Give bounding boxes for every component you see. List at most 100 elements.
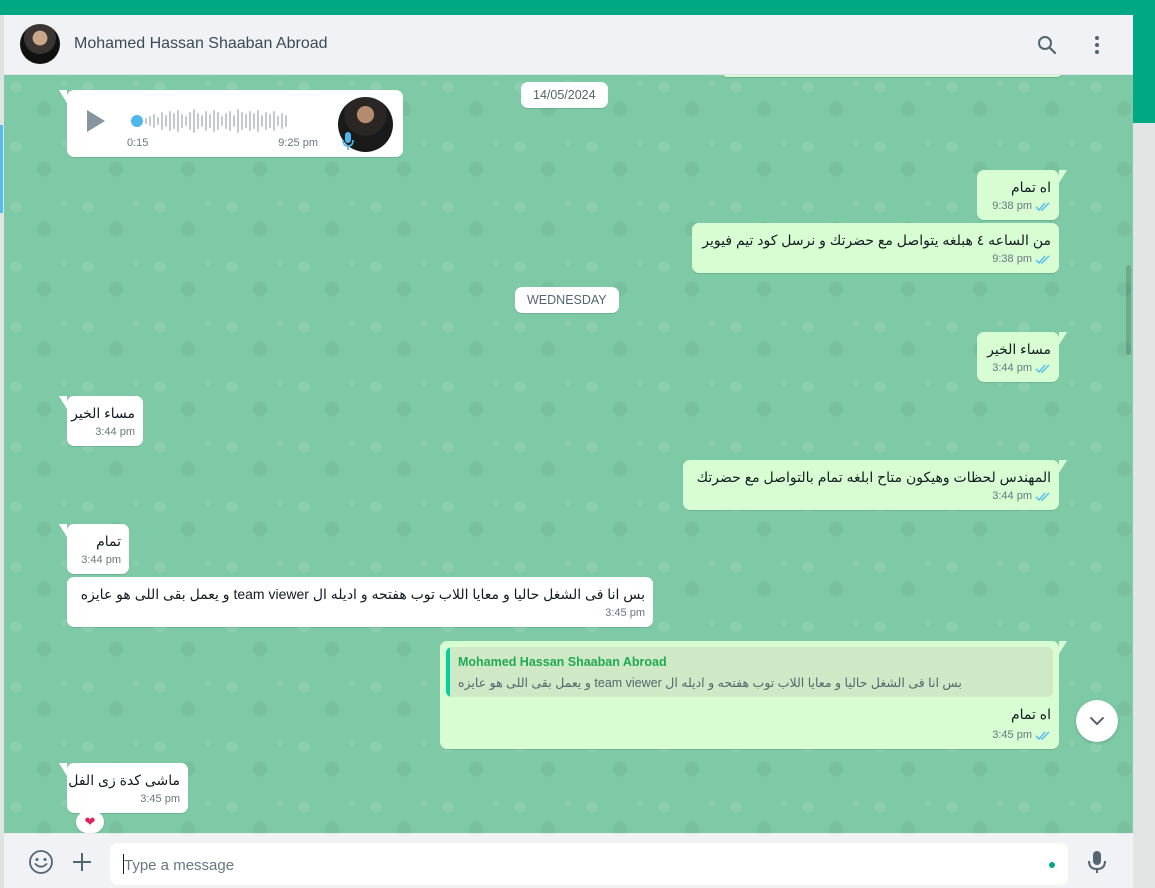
waveform-bar xyxy=(201,115,203,127)
waveform-bar xyxy=(237,109,239,133)
play-icon[interactable] xyxy=(87,110,105,132)
voice-waveform[interactable] xyxy=(145,108,287,134)
waveform-bar xyxy=(249,111,251,131)
waveform-bar xyxy=(205,111,207,131)
message-text: المهندس لحظات وهيكون متاح ابلغه تمام بال… xyxy=(696,469,1051,485)
waveform-bar xyxy=(269,114,271,128)
message-time: 3:45 pm xyxy=(992,729,1032,741)
mic-icon xyxy=(342,132,354,150)
waveform-bar xyxy=(193,109,195,133)
waveform-bar xyxy=(153,114,155,128)
date-separator: WEDNESDAY xyxy=(515,287,619,313)
message-text: بس انا فى الشغل حاليا و معايا اللاب توب … xyxy=(80,586,645,602)
incoming-message[interactable]: بس انا فى الشغل حاليا و معايا اللاب توب … xyxy=(67,577,653,627)
outgoing-message[interactable]: اه تمام 9:38 pm xyxy=(977,170,1067,220)
waveform-bar xyxy=(197,113,199,129)
quoted-text: بس انا فى الشغل حاليا و معايا اللاب توب … xyxy=(458,676,962,690)
waveform-bar xyxy=(145,118,147,124)
waveform-bar xyxy=(221,116,223,126)
message-text: ماشى كدة زى الفل xyxy=(68,772,180,788)
waveform-bar xyxy=(185,116,187,126)
mic-icon[interactable] xyxy=(1084,849,1110,875)
message-text: اه تمام xyxy=(1010,179,1051,195)
message-input-box[interactable] xyxy=(110,843,1068,887)
incoming-message[interactable]: ماشى كدة زى الفل 3:45 pm xyxy=(59,763,188,813)
quoted-message[interactable]: Mohamed Hassan Shaaban Abroad بس انا فى … xyxy=(446,647,1053,697)
message-time: 3:44 pm xyxy=(81,554,121,566)
double-check-icon xyxy=(1035,255,1050,265)
waveform-bar xyxy=(217,112,219,130)
waveform-bar xyxy=(257,110,259,132)
waveform-bar xyxy=(233,115,235,127)
voice-duration: 0:15 xyxy=(127,137,149,149)
message-text: تمام xyxy=(96,533,121,549)
app-top-band xyxy=(0,0,1155,15)
message-input[interactable] xyxy=(122,843,1026,887)
app-right-gutter xyxy=(1133,123,1155,888)
voice-progress-handle[interactable] xyxy=(131,115,143,127)
outgoing-reply-message[interactable]: Mohamed Hassan Shaaban Abroad بس انا فى … xyxy=(440,641,1067,749)
double-check-icon xyxy=(1035,202,1050,212)
message-time: 3:44 pm xyxy=(992,490,1032,502)
incoming-message[interactable]: تمام 3:44 pm xyxy=(59,524,129,574)
message-time: 3:44 pm xyxy=(992,362,1032,374)
incoming-message[interactable]: مساء الخير 3:44 pm xyxy=(59,396,143,446)
message-time: 3:45 pm xyxy=(140,793,180,805)
message-text: اه تمام xyxy=(1010,706,1051,722)
waveform-bar xyxy=(169,111,171,131)
chevron-down-icon xyxy=(1090,717,1104,725)
quoted-sender: Mohamed Hassan Shaaban Abroad xyxy=(458,655,667,669)
outgoing-message[interactable]: المهندس لحظات وهيكون متاح ابلغه تمام بال… xyxy=(683,460,1067,510)
waveform-bar xyxy=(177,110,179,132)
waveform-bar xyxy=(165,115,167,127)
message-time: 9:25 pm xyxy=(278,137,318,149)
message-text: من الساعه ٤ هبلغه يتواصل مع حضرتك و نرسل… xyxy=(702,232,1051,248)
waveform-bar xyxy=(265,112,267,130)
composer-bar xyxy=(4,834,1133,888)
outgoing-message[interactable]: من الساعه ٤ هبلغه يتواصل مع حضرتك و نرسل… xyxy=(692,223,1059,273)
left-panel-highlight xyxy=(0,125,3,213)
app-right-band xyxy=(1133,15,1155,123)
waveform-bar xyxy=(157,117,159,125)
chat-header[interactable]: Mohamed Hassan Shaaban Abroad xyxy=(4,15,1133,75)
waveform-bar xyxy=(173,113,175,129)
double-check-icon xyxy=(1035,492,1050,502)
waveform-bar xyxy=(285,115,287,127)
waveform-bar xyxy=(241,112,243,130)
waveform-bar xyxy=(229,111,231,131)
date-separator: 14/05/2024 xyxy=(521,82,608,108)
waveform-bar xyxy=(277,116,279,126)
scroll-down-button[interactable] xyxy=(1076,700,1118,742)
waveform-bar xyxy=(149,116,151,126)
waveform-bar xyxy=(281,113,283,129)
menu-icon[interactable] xyxy=(1085,33,1109,57)
waveform-bar xyxy=(161,112,163,130)
emoji-icon[interactable] xyxy=(28,849,54,875)
message-bubble-partial xyxy=(722,75,1062,77)
waveform-bar xyxy=(245,114,247,128)
outgoing-message[interactable]: مساء الخير 3:44 pm xyxy=(977,332,1067,382)
heart-reaction[interactable]: ❤ xyxy=(76,811,104,833)
plus-icon[interactable] xyxy=(69,849,95,875)
scrollbar[interactable] xyxy=(1126,265,1131,355)
waveform-bar xyxy=(261,115,263,127)
contact-name[interactable]: Mohamed Hassan Shaaban Abroad xyxy=(74,35,328,53)
waveform-bar xyxy=(225,113,227,129)
search-icon[interactable] xyxy=(1035,33,1059,57)
message-list[interactable]: 14/05/2024 0:15 9:25 pm اه تمام 9:38 pm … xyxy=(4,75,1133,833)
message-text: مساء الخير xyxy=(987,341,1051,357)
quote-bar xyxy=(446,647,450,697)
message-time: 3:45 pm xyxy=(605,607,645,619)
voice-message[interactable]: 0:15 9:25 pm xyxy=(59,90,403,157)
message-text: مساء الخير xyxy=(71,405,135,421)
waveform-bar xyxy=(253,113,255,129)
message-time: 3:44 pm xyxy=(95,426,135,438)
waveform-bar xyxy=(213,110,215,132)
waveform-bar xyxy=(209,114,211,128)
status-dot xyxy=(1049,862,1055,868)
contact-avatar[interactable] xyxy=(20,24,60,64)
waveform-bar xyxy=(189,112,191,130)
double-check-icon xyxy=(1035,364,1050,374)
message-time: 9:38 pm xyxy=(992,200,1032,212)
double-check-icon xyxy=(1035,731,1050,741)
